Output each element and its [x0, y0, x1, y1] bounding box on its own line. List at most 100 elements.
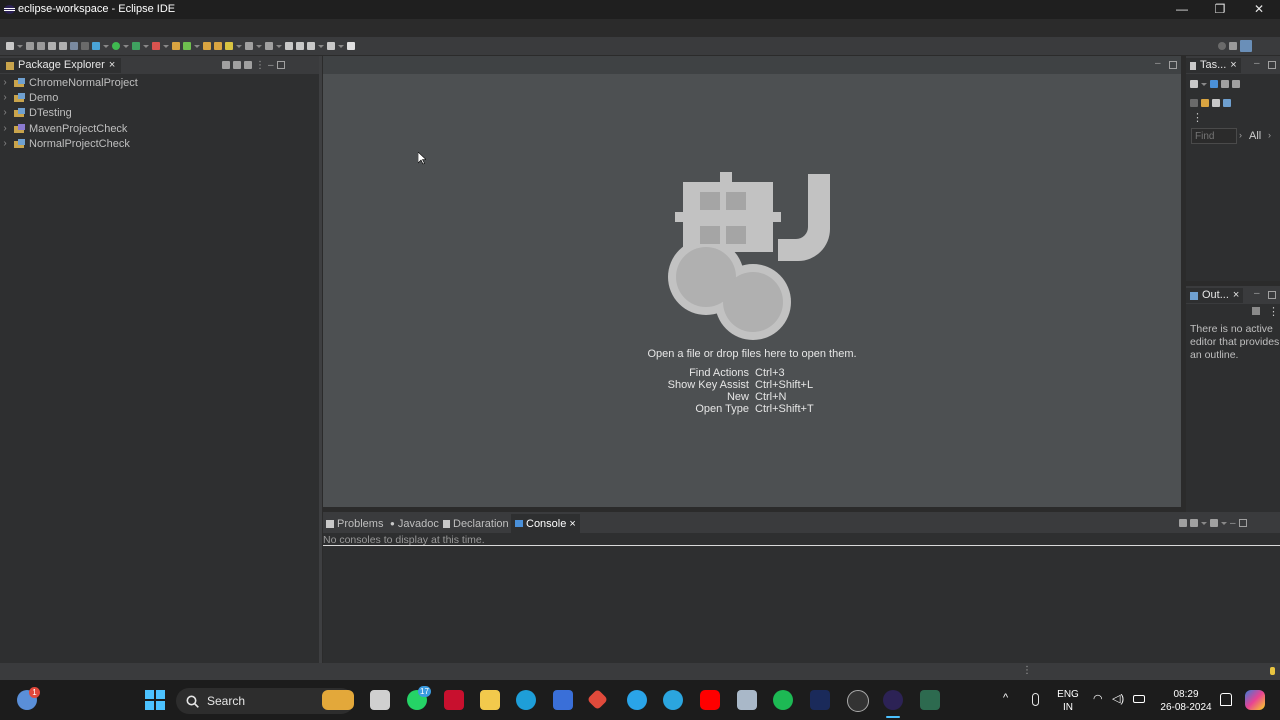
spotify-icon[interactable] [773, 690, 793, 710]
new-package-icon[interactable] [183, 42, 191, 50]
link-with-editor-icon[interactable] [233, 61, 241, 69]
debug-dropdown-icon[interactable] [103, 44, 109, 48]
pin-editor-icon[interactable] [347, 42, 355, 50]
telegram-icon[interactable] [663, 690, 683, 710]
eclipse-taskbar-icon[interactable] [883, 690, 903, 710]
close-icon[interactable]: × [1233, 288, 1239, 303]
tab-javadoc[interactable]: ● Javadoc [390, 517, 439, 530]
new-package-dropdown-icon[interactable] [194, 44, 200, 48]
tab-package-explorer[interactable]: Package Explorer × [0, 58, 122, 73]
microphone-icon[interactable] [1032, 693, 1039, 706]
youtube-icon[interactable] [700, 690, 720, 710]
search-icon[interactable] [1218, 42, 1226, 50]
java-perspective-icon[interactable] [1240, 40, 1252, 52]
maximize-editor-icon[interactable] [1169, 61, 1177, 69]
redo-icon[interactable] [59, 42, 67, 50]
tree-item-project[interactable]: › DTesting [0, 105, 71, 120]
new-java-project-icon[interactable] [172, 42, 180, 50]
tree-item-project[interactable]: › MavenProjectCheck [0, 121, 127, 136]
search-tool-icon[interactable] [225, 42, 233, 50]
close-icon[interactable]: × [109, 58, 115, 73]
navigate-forward-icon[interactable] [327, 42, 335, 50]
chevron-right-icon[interactable]: › [0, 77, 10, 88]
annotation-dropdown-icon[interactable] [256, 44, 262, 48]
coverage-dropdown-icon[interactable] [143, 44, 149, 48]
new-task-dropdown-icon[interactable] [1201, 82, 1207, 86]
editor-area[interactable]: – Open a file or drop files here to open… [323, 56, 1181, 507]
external-tools-dropdown-icon[interactable] [163, 44, 169, 48]
task-view-icon[interactable] [370, 690, 390, 710]
tree-item-project[interactable]: › Demo [0, 90, 58, 105]
copilot-icon[interactable] [1245, 690, 1265, 710]
all-options-icon[interactable]: › [1268, 130, 1271, 140]
maximize-panel-icon[interactable] [1268, 291, 1276, 299]
focus-icon[interactable] [244, 61, 252, 69]
focus-on-workweek-icon[interactable] [1201, 99, 1209, 107]
close-icon[interactable]: × [1230, 58, 1236, 73]
coverage-icon[interactable] [132, 42, 140, 50]
database-app-icon[interactable] [737, 690, 757, 710]
scheduled-icon[interactable] [1221, 80, 1229, 88]
undo-icon[interactable] [48, 42, 56, 50]
tree-item-project[interactable]: › ChromeNormalProject [0, 75, 137, 90]
maximize-panel-icon[interactable] [276, 61, 285, 69]
clock[interactable]: 08:29 26-08-2024 [1156, 688, 1216, 714]
new-task-icon[interactable] [1190, 80, 1198, 88]
save-all-icon[interactable] [37, 42, 45, 50]
forward-dropdown-icon[interactable] [318, 44, 324, 48]
debug-icon[interactable] [92, 42, 100, 50]
notification-bulb-icon[interactable] [1270, 667, 1275, 675]
notifications-icon[interactable] [1220, 693, 1232, 706]
chevron-up-icon[interactable]: ^ [1003, 692, 1008, 704]
maximize-panel-icon[interactable] [1238, 519, 1247, 527]
mcafee-icon[interactable] [444, 690, 464, 710]
maximize-button[interactable]: ❐ [1201, 0, 1239, 19]
tab-declaration[interactable]: Declaration [443, 517, 509, 530]
minimize-button[interactable]: — [1163, 0, 1201, 19]
run-icon[interactable] [112, 42, 120, 50]
chevron-right-icon[interactable]: › [0, 123, 10, 134]
close-window-button[interactable]: ✕ [1240, 0, 1278, 19]
display-console-dropdown-icon[interactable] [1201, 521, 1207, 525]
chevron-right-icon[interactable]: › [0, 92, 10, 103]
external-tools-icon[interactable] [152, 42, 160, 50]
tab-task-list[interactable]: Tas... × [1186, 58, 1241, 73]
terminal-app-icon[interactable] [920, 690, 940, 710]
microsoft-store-icon[interactable] [553, 690, 573, 710]
link-tasks-icon[interactable] [1223, 99, 1231, 107]
tab-problems[interactable]: Problems [326, 517, 383, 530]
chevron-right-icon[interactable]: › [0, 138, 10, 149]
tree-item-project[interactable]: › NormalProjectCheck [0, 136, 130, 151]
status-menu-icon[interactable]: ⋮ [1022, 665, 1032, 676]
tab-outline[interactable]: Out... × [1186, 288, 1244, 303]
open-type-icon[interactable] [203, 42, 211, 50]
task-find-input[interactable] [1191, 128, 1237, 144]
open-perspective-icon[interactable] [1229, 42, 1237, 50]
windows-start-icon[interactable] [145, 690, 165, 710]
back-icon[interactable] [296, 42, 304, 50]
task-view-menu-icon[interactable]: ⋮ [1192, 111, 1203, 124]
minimize-panel-icon[interactable]: – [1230, 518, 1236, 529]
navigate-forward-dropdown-icon[interactable] [338, 44, 344, 48]
azure-data-studio-icon[interactable] [810, 690, 830, 710]
maximize-panel-icon[interactable] [1268, 61, 1276, 69]
terminal-icon[interactable] [70, 42, 78, 50]
search-highlight-icon[interactable] [322, 690, 354, 710]
edge-icon[interactable] [516, 690, 536, 710]
annotation-icon[interactable] [245, 42, 253, 50]
battery-icon[interactable] [1133, 695, 1145, 703]
language-indicator[interactable]: ENG IN [1056, 688, 1080, 714]
hide-completed-icon[interactable] [1232, 80, 1240, 88]
close-icon[interactable]: × [569, 518, 575, 530]
dotnet-icon[interactable] [847, 690, 869, 712]
find-options-icon[interactable]: › [1239, 130, 1242, 140]
chevron-right-icon[interactable]: › [0, 107, 10, 118]
weather-app-icon[interactable] [627, 690, 647, 710]
open-task-icon[interactable] [214, 42, 222, 50]
next-annotation-icon[interactable] [265, 42, 273, 50]
minimize-panel-icon[interactable]: – [1254, 58, 1260, 69]
new-icon[interactable] [6, 42, 14, 50]
task-all-link[interactable]: All [1249, 130, 1261, 142]
forward-icon[interactable] [307, 42, 315, 50]
pin-console-icon[interactable] [1179, 519, 1187, 527]
